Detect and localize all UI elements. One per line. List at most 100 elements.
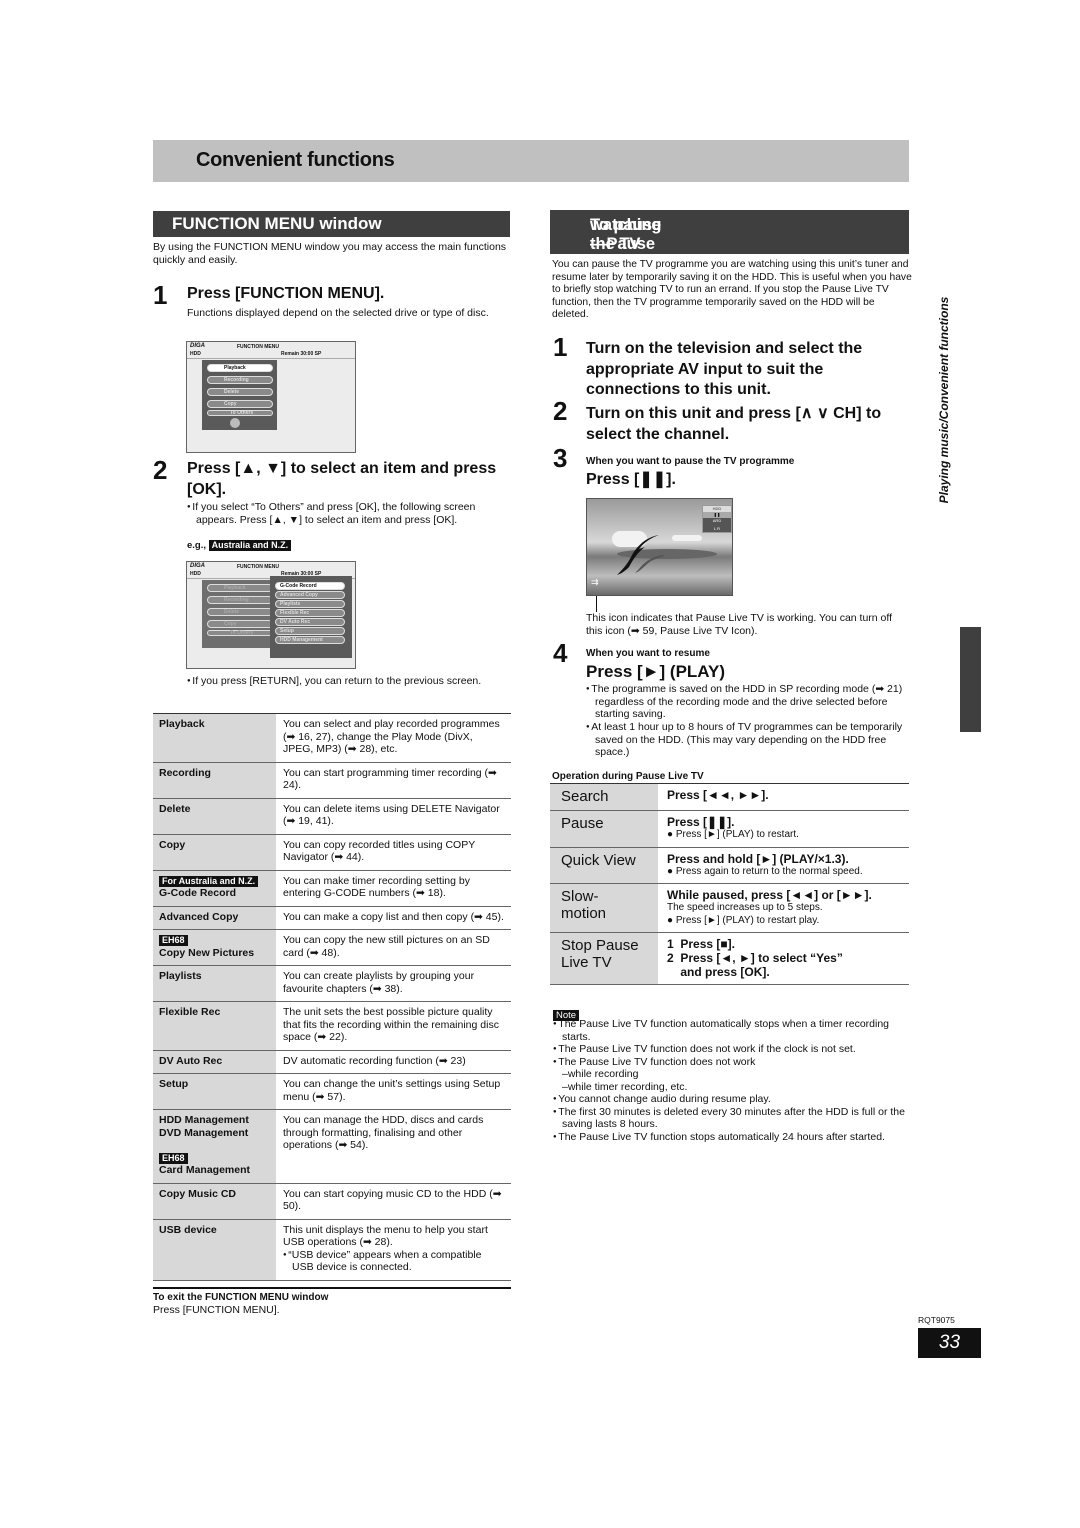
step-subtitle: When you want to pause the TV programme (586, 456, 795, 467)
page-number: 33 (918, 1328, 981, 1358)
function-name-cell: Playlists (153, 966, 276, 1001)
function-desc: You can copy recorded titles using COPY … (283, 838, 476, 864)
function-desc: You can create playlists by grouping you… (283, 970, 475, 995)
exit-text: Press [FUNCTION MENU]. (153, 1304, 280, 1316)
function-desc-cell: You can copy the new still pictures on a… (276, 930, 511, 965)
brand-logo: DIGA (190, 563, 205, 569)
step-bullet: The programme is saved on the HDD in SP … (586, 683, 911, 721)
function-table: Playback You can select and play recorded… (153, 713, 511, 1281)
operation-action: Press and hold [►] (PLAY/×1.3). (667, 851, 849, 866)
table-row: EH68 Copy New Pictures You can copy the ne… (153, 930, 511, 966)
osd-item-recording: Recording (207, 596, 273, 604)
dolphin-image (617, 535, 665, 575)
step-title: Press [►] (PLAY) (586, 662, 726, 681)
function-name: HDD Management DVD Management (159, 1114, 249, 1139)
step-number: 1 (553, 332, 568, 362)
table-row: Advanced Copy You can make a copy list an… (153, 906, 511, 930)
note-item: The Pause Live TV function does not work… (553, 1056, 911, 1094)
osd-subitem: HDD Management (275, 636, 345, 644)
function-note: “USB device” appears when a compatible U… (283, 1249, 505, 1274)
function-desc: You can make timer recording setting by … (283, 874, 470, 900)
section-side-label: Playing music/Convenient functions (937, 296, 951, 504)
note-item: The Pause Live TV function does not work… (553, 1043, 911, 1056)
function-name: DV Auto Rec (159, 1054, 223, 1067)
function-name: Recording (159, 766, 211, 779)
function-name: Advanced Copy (159, 910, 239, 923)
function-desc-cell: You can change the unit’s settings using… (276, 1074, 511, 1109)
table-row: HDD Management DVD Management EH68 Card Ma… (153, 1110, 511, 1184)
osd-drive: HDD (190, 571, 201, 577)
function-desc: You can change the unit’s settings using… (283, 1078, 501, 1103)
function-desc: This unit displays the menu to help you … (283, 1223, 488, 1249)
icon-caption: This icon indicates that Pause Live TV i… (586, 612, 893, 637)
region-tag: Australia and N.Z. (208, 540, 292, 551)
osd-item-to-others: To Others (207, 410, 273, 416)
operation-desc-cell: While paused, press [◄◄] or [►►]. The spe… (658, 884, 909, 932)
function-name: Copy (159, 838, 186, 851)
osd-item-playback: Playback (207, 584, 273, 592)
operation-name: Stop Pause Live TV (550, 933, 658, 984)
osd-item-delete: Delete (207, 608, 273, 616)
function-name: Playback (159, 718, 205, 730)
step-title: Turn on this unit and press [∧ ∨ CH] to … (586, 405, 882, 443)
document-code: RQT9075 (918, 1315, 955, 1325)
tv-screen-illustration: HDD ❚❚ ARD L R ⇉ (586, 498, 733, 596)
table-row: Playback You can select and play recorded… (153, 714, 511, 763)
step-bullet: If you select “To Others” and press [OK]… (187, 501, 507, 526)
operation-desc-cell: Press and hold [►] (PLAY/×1.3). ● Press a… (658, 848, 909, 884)
step-number: 3 (553, 443, 568, 473)
section-tab-marker (960, 627, 981, 732)
table-row: Recording You can start programming timer… (153, 762, 511, 799)
operation-name: Quick View (550, 847, 658, 883)
operation-action: 1 Press [■]. 2 Press [◄, ►] to select “Y… (667, 937, 843, 979)
return-note: If you press [RETURN], you can return to… (187, 675, 507, 688)
osd-subitem: Setup (275, 627, 345, 635)
osd-subitem: Playlists (275, 600, 345, 608)
operation-name: Pause (550, 811, 658, 847)
operation-desc-cell: Press [❚❚]. ● Press [►] (PLAY) to restart… (658, 811, 909, 847)
step-title: Turn on the television and select the ap… (586, 340, 863, 398)
step-number: 1 (153, 280, 168, 310)
pause-live-intro: You can pause the TV programme you are w… (552, 259, 912, 320)
pause-live-tv-icon: ⇉ (591, 577, 599, 587)
osd-title: FUNCTION MENU (237, 344, 279, 350)
step-subtitle: When you want to resume (586, 648, 710, 659)
operation-name: Search (550, 784, 658, 810)
note-item: The Pause Live TV function stops automat… (553, 1131, 911, 1144)
function-name: USB device (159, 1223, 217, 1236)
cloud (672, 535, 702, 541)
osd-drive: HDD (190, 351, 201, 357)
function-name-cell: Delete (153, 798, 276, 834)
function-name-cell: Advanced Copy (153, 906, 276, 929)
callout-line (596, 596, 597, 612)
note-item: The first 30 minutes is deleted every 30… (553, 1106, 911, 1131)
osd-subitem: G-Code Record (275, 582, 345, 590)
osd-status-box: HDD ❚❚ ARD L R (702, 505, 732, 533)
ops-title: Operation during Pause Live TV (552, 771, 704, 782)
osd-menu-panel: Playback Recording Delete Copy To Others (202, 580, 277, 648)
page-title: Convenient functions (196, 149, 395, 171)
table-row: For Australia and N.Z. G-Code Record You c… (153, 870, 511, 907)
table-row: Pause Press [❚❚]. ● Press [►] (PLAY) to re… (550, 811, 909, 848)
function-desc-cell: This unit displays the menu to help you … (276, 1220, 511, 1280)
step-title: Press [FUNCTION MENU]. (187, 285, 385, 302)
step-number: 2 (153, 455, 168, 485)
function-desc-cell: You can manage the HDD, discs and cards … (276, 1110, 511, 1183)
osd-item-copy: Copy (207, 400, 273, 408)
function-desc-cell: You can create playlists by grouping you… (276, 966, 511, 1001)
operation-note: ● Press again to return to the normal sp… (667, 865, 863, 877)
operation-desc-cell: 1 Press [■]. 2 Press [◄, ►] to select “Y… (658, 933, 909, 984)
table-row: Flexible Rec The unit sets the best possi… (153, 1002, 511, 1051)
osd-menu-panel: Playback Recording Delete Copy To Others (202, 360, 277, 430)
operation-note: ● Press [►] (PLAY) to restart. (667, 829, 799, 840)
osd-submenu-panel: G-Code Record Advanced Copy Playlists Fl… (270, 576, 352, 658)
operation-name: Slow- motion (550, 884, 658, 932)
function-desc-cell: You can make timer recording setting by … (276, 871, 511, 906)
function-name-cell: DV Auto Rec (153, 1050, 276, 1073)
operations-table: Search Press [◄◄, ►►]. Pause Press [❚❚]. ● P… (550, 783, 909, 985)
function-name-cell: Setup (153, 1074, 276, 1109)
osd-item-copy: Copy (207, 620, 273, 628)
function-name: Delete (159, 802, 191, 815)
function-name-cell: HDD Management DVD Management EH68 Card Ma… (153, 1110, 276, 1183)
brand-logo: DIGA (190, 343, 205, 349)
